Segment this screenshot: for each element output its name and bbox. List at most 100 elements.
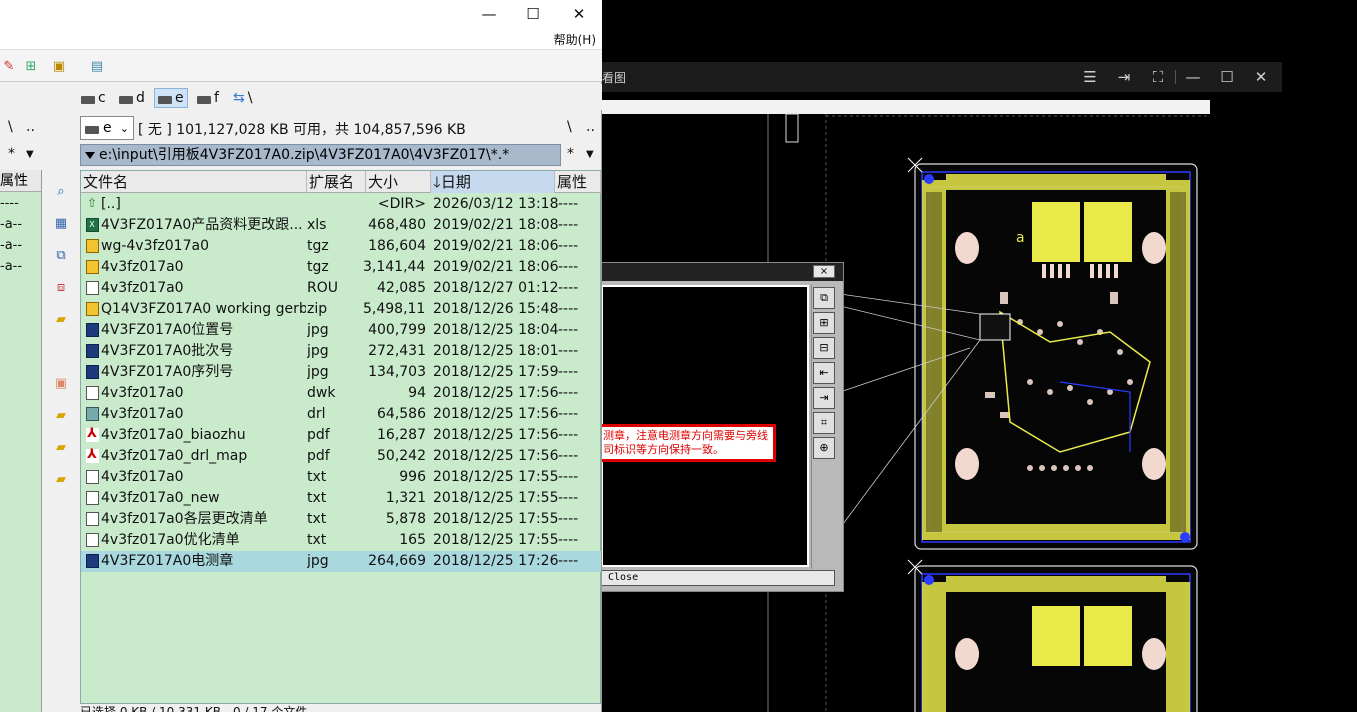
view-icon[interactable]: ▦ (52, 214, 70, 232)
table-row[interactable]: 4v3fz017a0 drl 64,586 2018/12/25 17:56 ---- (81, 404, 601, 425)
filter[interactable]: * (567, 146, 574, 162)
file-attr: ---- (558, 343, 579, 359)
table-row[interactable]: wg-4v3fz017a0 tgz 186,604 2019/02/21 18:06-… (81, 236, 601, 257)
file-name: 4V3FZ017A0位置号 (101, 322, 234, 338)
file-attr: ---- (558, 427, 579, 443)
drive-e-button[interactable]: e (154, 88, 188, 108)
package-icon[interactable]: ▣ (50, 57, 68, 75)
file-size: 996 (399, 469, 426, 485)
pin-icon[interactable]: ⇥ (1107, 62, 1141, 92)
table-row[interactable]: 4v3fz017a0各层更改清单 txt 5,878 2018/12/25 17:55… (81, 509, 601, 530)
file-attr: ---- (558, 490, 579, 506)
list-item[interactable]: -a-- (0, 214, 41, 235)
column-date[interactable]: 🡓日期 (431, 171, 555, 193)
file-size: 272,431 (368, 343, 426, 359)
zoom-box-icon[interactable]: ⌗ (813, 412, 835, 434)
file-ext: tgz (307, 259, 329, 275)
table-row[interactable]: 4v3fz017a0优化清单 txt 165 2018/12/25 17:55 ---- (81, 530, 601, 551)
left-root-button[interactable]: \ (8, 119, 13, 135)
table-row[interactable]: 4V3FZ017A0批次号 jpg 272,431 2018/12/25 18:01-… (81, 341, 601, 362)
txt-file-icon (84, 469, 100, 485)
zoom-in-icon[interactable]: ⊞ (813, 312, 835, 334)
left-filter[interactable]: * (8, 146, 15, 162)
folder-icon[interactable]: ▰ (52, 438, 70, 456)
folder-icon[interactable]: ▰ (52, 310, 70, 328)
find-icon[interactable]: ⌕ (52, 182, 70, 200)
txt-file-icon (84, 511, 100, 527)
archive-icon[interactable]: ▣ (52, 374, 70, 392)
column-ext[interactable]: 扩展名 (307, 171, 366, 193)
drl-file-icon (84, 406, 100, 422)
column-size[interactable]: 大小 (366, 171, 431, 193)
sync-icon[interactable]: ⊞ (22, 57, 40, 75)
file-date: 2026/03/12 13:18 (433, 196, 559, 212)
move-icon[interactable]: ⧈ (52, 278, 70, 296)
new-folder-icon[interactable]: ▰ (52, 406, 70, 424)
file-size: 3,141,442 (363, 259, 426, 275)
table-row[interactable]: 4v3fz017a0 dwk 94 2018/12/25 17:56 ---- (81, 383, 601, 404)
folder-icon[interactable]: ▰ (52, 470, 70, 488)
file-date: 2018/12/25 17:55 (433, 469, 559, 485)
zoom-out-icon[interactable]: ⊟ (813, 337, 835, 359)
network-drive-button[interactable]: ⇆ \ (230, 88, 255, 108)
dialog-close-button[interactable]: Close (601, 570, 835, 586)
file-size: 165 (399, 532, 426, 548)
close-button[interactable]: ✕ (556, 0, 602, 28)
pan-left-icon[interactable]: ⇤ (813, 362, 835, 384)
toolbar: ✎ ⊞ ▣ ▤ (0, 50, 602, 82)
drive-c-button[interactable]: c (78, 88, 109, 108)
table-row[interactable]: ⇧ [..] <DIR> 2026/03/12 13:18 ---- (81, 194, 601, 215)
maximize-button[interactable]: ☐ (510, 0, 556, 28)
list-item[interactable]: -a-- (0, 256, 41, 277)
file-ext: txt (307, 469, 327, 485)
drive-combo[interactable]: e ⌄ (80, 116, 134, 140)
menu-icon[interactable]: ☰ (1073, 62, 1107, 92)
file-list[interactable]: 文件名 扩展名 大小 🡓日期 属性 ⇧ [..] <DIR> 2026/03/12 1… (80, 170, 601, 704)
file-size: 50,242 (377, 448, 426, 464)
table-row[interactable]: 4V3FZ017A0位置号 jpg 400,799 2018/12/25 18:04-… (81, 320, 601, 341)
table-row[interactable]: ⅄ 4v3fz017a0_biaozhu pdf 16,287 2018/12/25 1… (81, 425, 601, 446)
left-attr-header[interactable]: 属性 (0, 170, 41, 192)
table-row[interactable]: 4v3fz017a0 tgz 3,141,442 2019/02/21 18:06--… (81, 257, 601, 278)
notepad-icon[interactable]: ▤ (88, 57, 106, 75)
table-row[interactable]: Q14V3FZ017A0 working gerb...zip 5,498,116… (81, 299, 601, 320)
copy-icon[interactable]: ⧉ (52, 246, 70, 264)
table-row[interactable]: 4V3FZ017A0序列号 jpg 134,703 2018/12/25 17:59-… (81, 362, 601, 383)
minimize-button[interactable]: — (466, 0, 512, 28)
root-button[interactable]: \ (567, 119, 572, 135)
file-name: Q14V3FZ017A0 working gerb... (101, 301, 306, 317)
drive-d-button[interactable]: d (116, 88, 148, 108)
table-row[interactable]: X 4V3FZ017A0产品资料更改跟... xls 468,480 2019/02/2… (81, 215, 601, 236)
pan-right-icon[interactable]: ⇥ (813, 387, 835, 409)
drive-f-button[interactable]: f (194, 88, 222, 108)
dialog-close-icon[interactable]: × (813, 265, 835, 278)
jpg-file-icon (84, 322, 100, 338)
fullscreen-icon[interactable]: ⛶ (1141, 62, 1175, 92)
menu-help[interactable]: 帮助(H) (554, 31, 596, 48)
table-row[interactable]: 4v3fz017a0_new txt 1,321 2018/12/25 17:55 --… (81, 488, 601, 509)
list-item[interactable]: -a-- (0, 235, 41, 256)
table-row[interactable]: 4V3FZ017A0电测章 jpg 264,669 2018/12/25 17:26-… (81, 551, 601, 572)
minimize-icon[interactable]: — (1176, 62, 1210, 92)
zoom-all-icon[interactable]: ⊕ (813, 437, 835, 459)
network-icon: ⇆ (233, 90, 245, 106)
table-row[interactable]: ⅄ 4v3fz017a0_drl_map pdf 50,242 2018/12/25 1… (81, 446, 601, 467)
table-row[interactable]: 4v3fz017a0 ROU 42,085 2018/12/27 01:12 ---- (81, 278, 601, 299)
column-attr[interactable]: 属性 (555, 171, 601, 193)
zoom-fit-icon[interactable]: ⧉ (813, 287, 835, 309)
column-name[interactable]: 文件名 (81, 171, 307, 193)
chevron-down-icon[interactable]: ▼ (586, 149, 594, 160)
chevron-down-icon[interactable]: ▼ (26, 149, 34, 160)
left-file-pane[interactable]: 属性 ---- -a-- -a-- -a-- (0, 170, 42, 712)
table-row[interactable]: 4v3fz017a0 txt 996 2018/12/25 17:55 ---- (81, 467, 601, 488)
maximize-icon[interactable]: ☐ (1210, 62, 1244, 92)
close-icon[interactable]: ✕ (1244, 62, 1278, 92)
file-date: 2018/12/25 17:55 (433, 532, 559, 548)
list-item[interactable]: ---- (0, 193, 41, 214)
left-up-button[interactable]: .. (26, 119, 35, 135)
path-bar[interactable]: e:\input\引用板4V3FZ017A0.zip\4V3FZ017A0\4V… (80, 144, 561, 166)
edit-icon[interactable]: ✎ (0, 57, 18, 75)
up-button[interactable]: .. (586, 119, 595, 135)
file-date: 2018/12/25 17:56 (433, 385, 559, 401)
drive-icon (81, 96, 95, 104)
